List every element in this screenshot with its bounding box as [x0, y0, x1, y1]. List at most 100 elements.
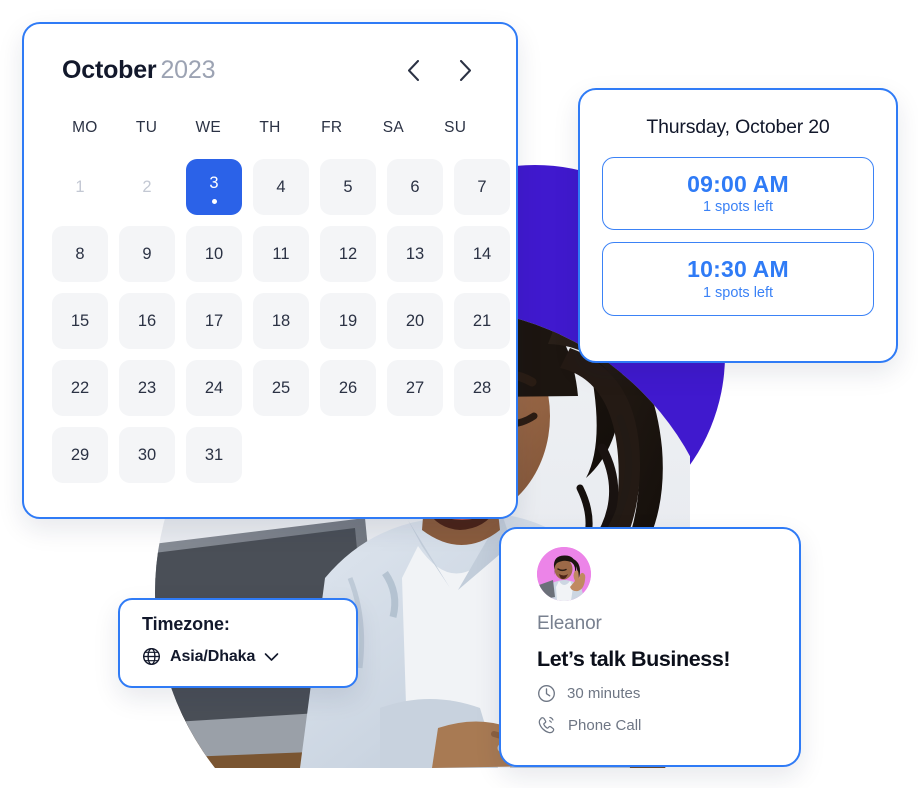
calendar-day-event-dot	[211, 199, 217, 204]
weekday-sa: SA	[382, 119, 405, 136]
calendar-day-22[interactable]: 22	[52, 360, 108, 416]
calendar-day-8[interactable]: 8	[52, 226, 108, 282]
timezone-label: Timezone:	[142, 614, 230, 634]
calendar-days-grid: 1 2 3 4 5 6 7 8 9 10 11 12 13 14 15 16 17 18 19 20 21 22 23 24 2…	[50, 159, 510, 483]
meeting-title: Let’s talk Business!	[537, 647, 731, 671]
calendar-day-15[interactable]: 15	[52, 293, 108, 349]
slot-time: 09:00 AM	[687, 171, 789, 197]
calendar-day-number: 24	[204, 378, 224, 397]
calendar-day-30[interactable]: 30	[119, 427, 175, 483]
calendar-day-5[interactable]: 5	[320, 159, 376, 215]
calendar-day-3[interactable]: 3	[186, 159, 242, 215]
chevron-right-icon	[459, 60, 472, 81]
calendar-day-number: 10	[204, 244, 224, 263]
calendar-day-number: 28	[472, 378, 492, 397]
calendar-day-20[interactable]: 20	[387, 293, 443, 349]
timezone-card: Timezone: Asia/Dhaka	[118, 598, 358, 688]
host-name: Eleanor	[537, 613, 602, 634]
time-slot-0900am[interactable]: 09:00 AM 1 spots left	[602, 157, 874, 231]
calendar-day-11[interactable]: 11	[253, 226, 309, 282]
calendar-month-year: October 2023	[62, 56, 215, 85]
weekday-su: SU	[444, 119, 467, 136]
time-slot-1030am[interactable]: 10:30 AM 1 spots left	[602, 242, 874, 316]
calendar-day-10[interactable]: 10	[186, 226, 242, 282]
calendar-day-28[interactable]: 28	[454, 360, 510, 416]
calendar-day-31[interactable]: 31	[186, 427, 242, 483]
clock-icon	[537, 684, 556, 703]
globe-icon	[142, 647, 161, 666]
meeting-duration: 30 minutes	[567, 685, 641, 702]
slots-list: 09:00 AM 1 spots left 10:30 AM 1 spots left	[602, 157, 874, 316]
phone-call-icon	[537, 715, 557, 735]
calendar-day-number: 11	[272, 244, 290, 263]
calendar-day-number: 27	[405, 378, 425, 397]
calendar-day-16[interactable]: 16	[119, 293, 175, 349]
calendar-day-14[interactable]: 14	[454, 226, 510, 282]
calendar-day-number: 5	[343, 177, 353, 196]
meeting-method: Phone Call	[568, 716, 642, 734]
slot-availability: 1 spots left	[702, 199, 774, 216]
calendar-day-12[interactable]: 12	[320, 226, 376, 282]
prev-month-button[interactable]	[400, 58, 426, 84]
calendar-day-27[interactable]: 27	[387, 360, 443, 416]
calendar-day-number: 26	[338, 378, 358, 397]
calendar-day-17[interactable]: 17	[186, 293, 242, 349]
calendar-header: October 2023	[50, 48, 490, 85]
calendar-day-number: 16	[137, 311, 157, 330]
calendar-day-number: 4	[276, 177, 286, 196]
slots-date-heading: Thursday, October 20	[646, 116, 830, 138]
calendar-day-6[interactable]: 6	[387, 159, 443, 215]
calendar-day-number: 30	[137, 445, 157, 464]
calendar-day-7[interactable]: 7	[454, 159, 510, 215]
calendar-day-9[interactable]: 9	[119, 226, 175, 282]
timezone-selector[interactable]: Asia/Dhaka	[142, 647, 336, 666]
calendar-day-number: 25	[271, 378, 291, 397]
weekday-we: WE	[195, 119, 222, 136]
weekday-mo: MO	[72, 119, 98, 136]
weekday-fr: FR	[321, 119, 343, 136]
calendar-day-23[interactable]: 23	[119, 360, 175, 416]
calendar-day-19[interactable]: 19	[320, 293, 376, 349]
weekday-th: TH	[259, 119, 281, 136]
avatar	[537, 547, 591, 601]
calendar-day-number: 13	[405, 244, 425, 263]
next-month-button[interactable]	[452, 58, 478, 84]
calendar-day-25[interactable]: 25	[253, 360, 309, 416]
calendar-day-number: 2	[142, 177, 152, 196]
meeting-method-row: Phone Call	[537, 715, 775, 735]
calendar-day-29[interactable]: 29	[52, 427, 108, 483]
calendar-day-2: 2	[119, 159, 175, 215]
calendar-card: October 2023 MO TU WE TH FR SA SU 1 2 3 4 5 6 7 8 9 10 11…	[22, 22, 518, 519]
calendar-day-24[interactable]: 24	[186, 360, 242, 416]
slot-availability: 1 spots left	[702, 284, 774, 301]
calendar-day-number: 23	[137, 378, 157, 397]
calendar-year-label: 2023	[160, 56, 216, 84]
booking-widget-illustration: October 2023 MO TU WE TH FR SA SU 1 2 3 4 5 6 7 8 9 10 11…	[0, 0, 918, 788]
calendar-day-4[interactable]: 4	[253, 159, 309, 215]
calendar-nav	[400, 58, 478, 84]
calendar-day-18[interactable]: 18	[253, 293, 309, 349]
calendar-day-21[interactable]: 21	[454, 293, 510, 349]
meeting-duration-row: 30 minutes	[537, 684, 775, 703]
calendar-day-number: 1	[75, 177, 85, 196]
calendar-day-13[interactable]: 13	[387, 226, 443, 282]
calendar-day-number: 17	[204, 311, 224, 330]
time-slots-card: Thursday, October 20 09:00 AM 1 spots lef…	[578, 88, 898, 363]
calendar-day-number: 8	[75, 244, 85, 263]
calendar-day-number: 29	[70, 445, 90, 464]
calendar-day-number: 18	[271, 311, 291, 330]
calendar-day-number: 21	[472, 311, 492, 330]
weekday-header-row: MO TU WE TH FR SA SU	[50, 119, 490, 137]
calendar-day-number: 6	[410, 177, 420, 196]
calendar-day-26[interactable]: 26	[320, 360, 376, 416]
calendar-day-1: 1	[52, 159, 108, 215]
chevron-down-icon[interactable]	[264, 652, 279, 662]
timezone-value: Asia/Dhaka	[170, 647, 256, 665]
calendar-day-number: 31	[204, 445, 224, 464]
calendar-day-number: 15	[70, 311, 90, 330]
calendar-day-number: 22	[70, 378, 90, 397]
calendar-day-number: 7	[477, 177, 487, 196]
calendar-day-number: 19	[338, 311, 358, 330]
calendar-day-number: 9	[142, 244, 152, 263]
calendar-day-number: 14	[472, 244, 492, 263]
